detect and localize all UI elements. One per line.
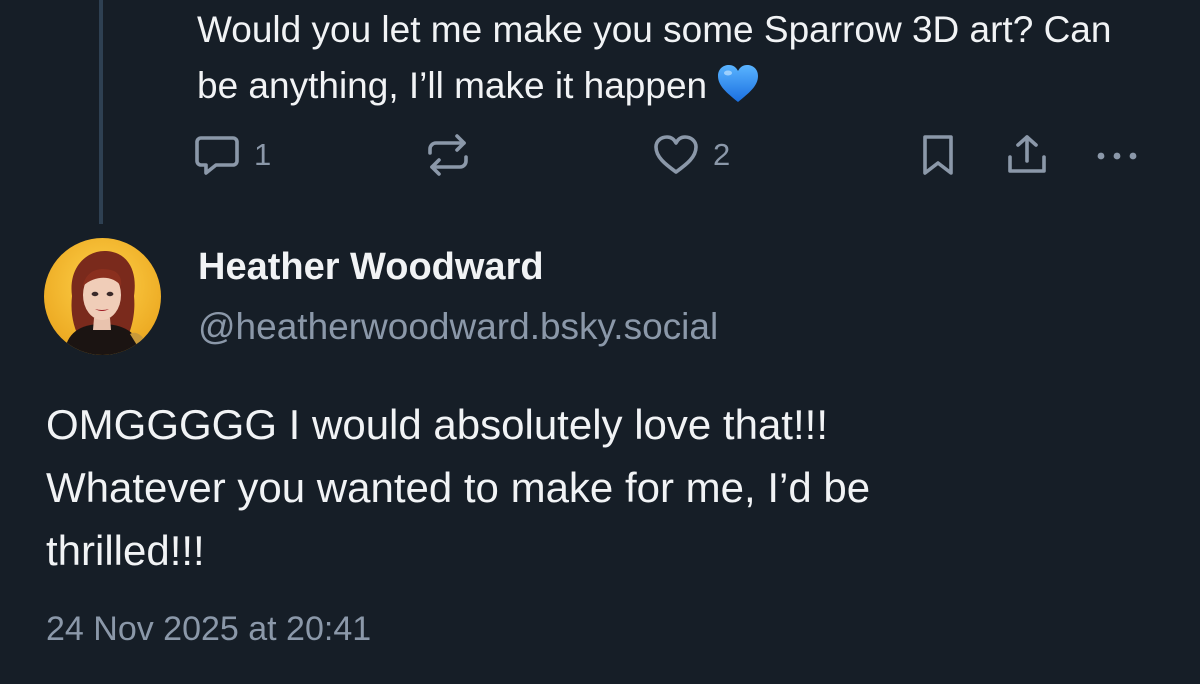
ellipsis-icon	[1097, 152, 1137, 160]
parent-post-text: Would you let me make you some Sparrow 3…	[197, 2, 1157, 120]
author-display-name[interactable]: Heather Woodward	[198, 246, 544, 289]
blue-heart-emoji-icon	[717, 64, 759, 120]
share-button[interactable]	[1005, 130, 1049, 180]
reply-count: 1	[254, 137, 272, 172]
bookmark-icon	[923, 135, 953, 175]
like-button[interactable]: 2	[653, 130, 730, 180]
reply-text-line: Whatever you wanted to make for me, I’d …	[46, 464, 871, 511]
like-count: 2	[713, 137, 731, 172]
share-upload-icon	[1008, 135, 1046, 173]
avatar-portrait-icon	[44, 238, 161, 355]
reply-text-line: OMGGGGG I would absolutely love that!!!	[46, 401, 828, 448]
reply-author-header: Heather Woodward @heatherwoodward.bsky.s…	[44, 238, 844, 358]
heart-outline-icon	[654, 135, 698, 174]
avatar[interactable]	[44, 238, 161, 355]
repost-arrows-icon	[428, 134, 468, 176]
bookmark-button[interactable]	[918, 130, 958, 180]
speech-bubble-icon	[195, 136, 239, 175]
post-timestamp[interactable]: 24 Nov 2025 at 20:41	[46, 610, 371, 649]
reply-button[interactable]: 1	[194, 130, 271, 180]
author-handle[interactable]: @heatherwoodward.bsky.social	[198, 306, 718, 348]
parent-post-text-content: Would you let me make you some Sparrow 3…	[197, 9, 1112, 106]
reply-text-line: thrilled!!!	[46, 527, 205, 574]
thread-connector-line	[99, 0, 103, 224]
repost-button[interactable]	[425, 130, 471, 180]
reply-post-text: OMGGGGG I would absolutely love that!!! …	[46, 393, 1146, 582]
more-options-button[interactable]	[1094, 130, 1140, 180]
parent-post-actions: 1 2	[0, 130, 1200, 180]
